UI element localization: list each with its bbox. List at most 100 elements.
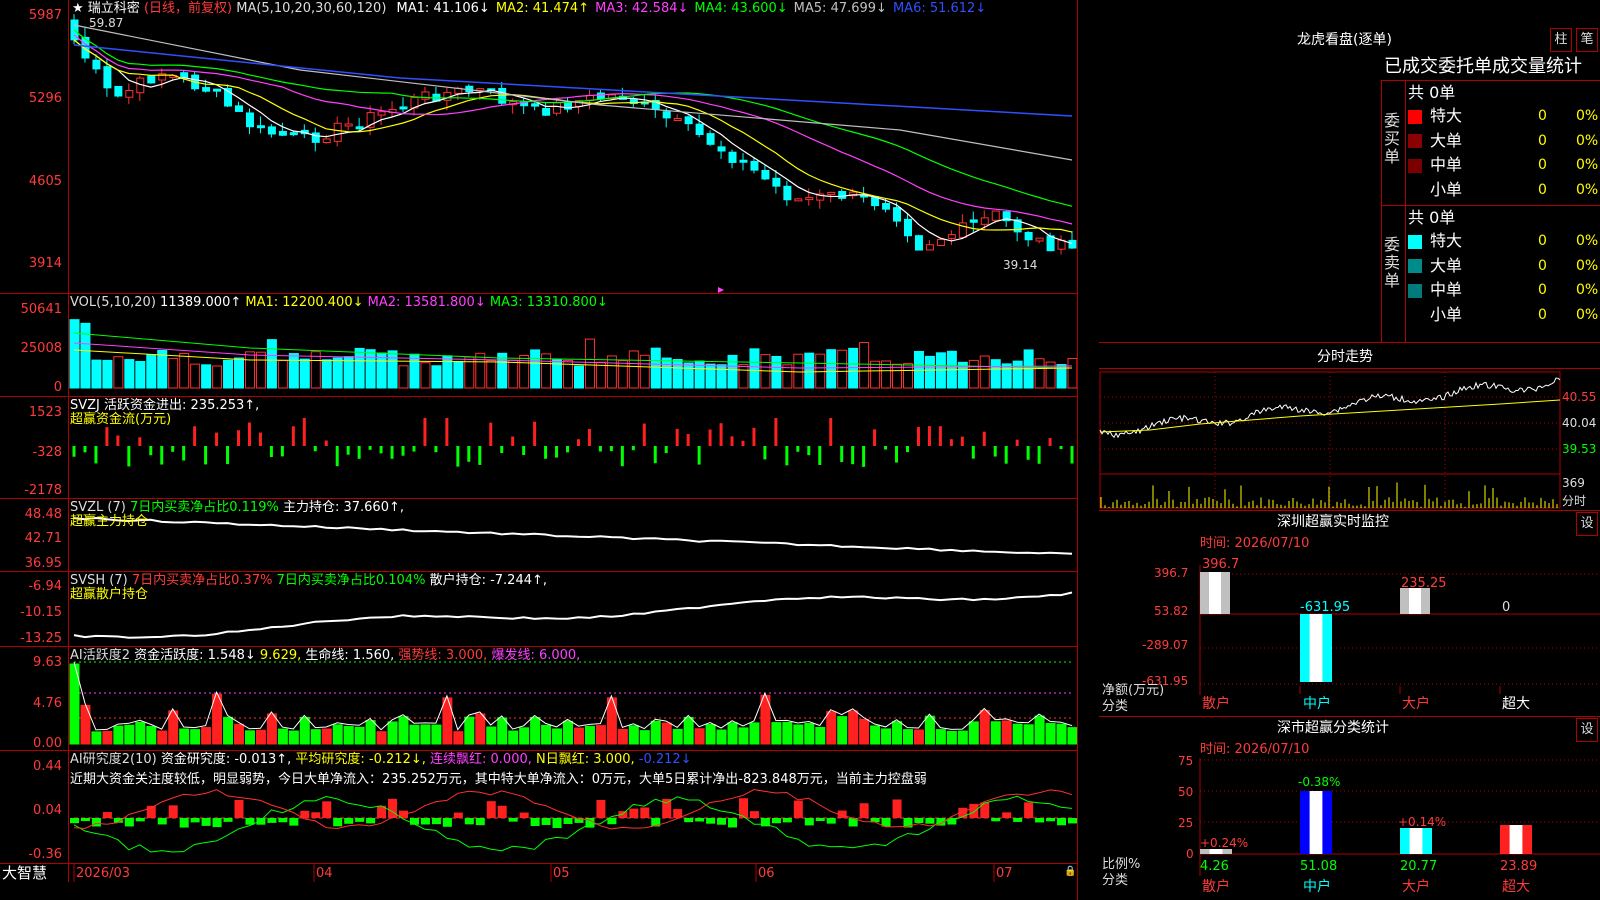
svsh-sub: 超赢散户持仓 — [70, 587, 149, 602]
svzj-bar — [620, 446, 624, 467]
candle-body — [377, 111, 386, 116]
ai2-bar — [157, 818, 167, 825]
ai2-bar — [442, 818, 452, 827]
main-y-label: 3914 — [28, 256, 62, 271]
svsh-line — [73, 591, 1073, 639]
candle-body — [827, 191, 836, 195]
buy-swatch — [1408, 109, 1422, 124]
ai2-bar — [519, 812, 529, 818]
lock-icon[interactable]: 🔒 — [1064, 866, 1076, 877]
svzj-bar — [884, 446, 888, 450]
svzj-bar — [1048, 437, 1052, 446]
intraday-price-line — [1099, 377, 1561, 439]
ai1-bar — [749, 722, 760, 745]
svzj-bar — [895, 446, 899, 463]
intraday-y-label: 40.04 — [1562, 416, 1597, 430]
volume-bar — [332, 357, 343, 389]
tick-mode-button[interactable]: 笔 — [1576, 28, 1598, 52]
szc-bar — [1400, 828, 1432, 854]
brand-label: 大智慧 — [2, 864, 48, 882]
candle-body — [728, 151, 737, 163]
szc-settings-button[interactable]: 设 — [1576, 718, 1598, 742]
ai2-research-line — [73, 788, 1073, 830]
ai1-bar — [771, 722, 782, 745]
ai1-bar — [299, 716, 310, 745]
ai2-bar — [420, 818, 430, 825]
candle-body — [684, 116, 693, 125]
ai1-lifeline: 生命线: 1.560, — [305, 648, 395, 663]
ai2-bar — [168, 805, 178, 818]
ai1-bar — [255, 729, 266, 745]
intraday-frame — [1099, 371, 1561, 509]
panel-hline-mid — [1381, 205, 1600, 206]
volume-bar — [365, 349, 376, 389]
svsh-hold: 散户持仓: -7.244↑, — [429, 573, 548, 588]
volume-bar — [91, 359, 102, 389]
svzj-bar — [544, 446, 548, 459]
candle-body — [783, 185, 792, 201]
szc-unit-top: 比例% — [1102, 857, 1141, 872]
svsh-ratio2: 7日内买卖净占比0.104% — [276, 573, 426, 588]
stock-name[interactable]: ★ 瑞立科密 — [72, 1, 140, 16]
svzj-sub: 超赢资金流(万元) — [70, 412, 172, 427]
svzl-y-label: 36.95 — [24, 556, 62, 571]
ai1-bar — [113, 725, 124, 745]
szm-bar — [1409, 588, 1421, 614]
svzj-bar — [566, 446, 570, 453]
svzj-bar — [1037, 446, 1041, 464]
sell-count: 0 — [1538, 282, 1547, 298]
candle-body — [695, 123, 704, 135]
ai1-bar — [782, 721, 793, 745]
ai2-prefix: AI研究度2(10) — [70, 752, 157, 767]
bar-mode-button[interactable]: 柱 — [1550, 28, 1572, 52]
sell-total: 共 0单 — [1408, 208, 1456, 227]
volume-bar — [244, 351, 255, 389]
period-label[interactable]: (日线，前复权) — [144, 1, 232, 16]
volume-bar — [628, 350, 639, 389]
volume-bar — [80, 322, 91, 389]
vol-header: VOL(5,10,20) 11389.000↑ MA1: 12200.400↓ … — [70, 295, 608, 310]
ai2-bar — [453, 812, 463, 818]
svzj-bar — [609, 446, 613, 452]
ai1-bar — [617, 728, 628, 745]
x-axis-label: 2026/03 — [76, 866, 131, 881]
volume-bar — [848, 347, 859, 389]
x-axis-label: 05 — [553, 866, 570, 881]
ai1-activity: 资金活跃度: 1.548↓ — [134, 648, 256, 663]
volume-bar — [1067, 357, 1078, 389]
candle-body — [1035, 237, 1044, 242]
svzj-bar — [160, 446, 164, 465]
ai2-bar — [256, 818, 266, 825]
volume-bar — [661, 357, 672, 389]
ai1-bar — [826, 711, 837, 745]
svzj-bar — [1015, 439, 1019, 446]
ai2-bar — [793, 800, 803, 818]
volume-bar — [859, 342, 870, 389]
ai1-bar — [716, 729, 727, 745]
svzj-bar — [818, 446, 822, 465]
main-y-label: 5296 — [28, 91, 62, 106]
svzj-bar — [116, 435, 120, 446]
svzj-bar — [1070, 446, 1074, 464]
svzj-bar — [1026, 446, 1030, 460]
sell-row: 大单 0 0% — [1408, 255, 1598, 277]
szc-bar — [1509, 825, 1523, 854]
candle-body — [673, 118, 682, 122]
volume-bar — [793, 353, 804, 389]
ai2-bar — [322, 801, 332, 818]
ai2-bar — [1024, 802, 1034, 818]
x-axis-label: 06 — [758, 866, 775, 881]
svzj-bar — [489, 422, 493, 446]
ai2-bar — [1035, 818, 1045, 823]
ai1-bar — [1056, 723, 1067, 745]
candle-body — [344, 123, 353, 127]
candle-body — [125, 89, 134, 98]
svzj-bar — [938, 426, 942, 446]
szc-delta: +0.14% — [1398, 815, 1447, 829]
szm-settings-button[interactable]: 设 — [1576, 512, 1598, 536]
vol-value: 11389.000↑ — [160, 295, 242, 310]
buy-label: 委买单 — [1384, 111, 1401, 166]
ai1-bar — [91, 731, 102, 745]
ai2-bar — [124, 818, 134, 827]
ai1-bar — [672, 728, 683, 745]
